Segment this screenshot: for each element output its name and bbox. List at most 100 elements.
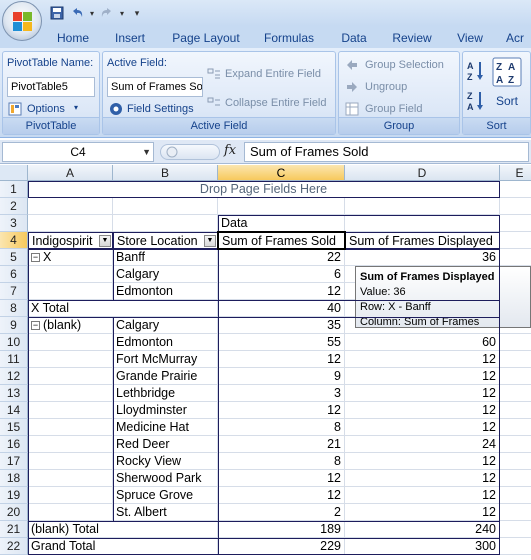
store-location-cell[interactable]: Calgary [113, 266, 218, 283]
tab-data[interactable]: Data [336, 28, 372, 48]
row-header-10[interactable]: 10 [0, 334, 28, 351]
field-header-indigospirit[interactable]: Indigospirit ▼ [28, 232, 113, 249]
row-header-4[interactable]: 4 [0, 232, 28, 249]
undo-dropdown-icon[interactable]: ▾ [88, 4, 96, 22]
frames-sold-value[interactable]: 35 [218, 317, 345, 334]
frames-displayed-value[interactable]: 12 [345, 487, 500, 504]
column-header-d[interactable]: D [345, 165, 500, 181]
pivot-row-label[interactable] [28, 487, 113, 504]
pivot-row-label[interactable] [28, 334, 113, 351]
column-header-c[interactable]: C [218, 165, 345, 181]
store-location-cell[interactable]: Red Deer [113, 436, 218, 453]
pivot-row-label[interactable] [28, 436, 113, 453]
frames-displayed-value[interactable]: 300 [345, 538, 500, 555]
pivot-row-label[interactable] [28, 470, 113, 487]
frames-displayed-value[interactable]: 12 [345, 385, 500, 402]
frames-displayed-value[interactable]: 240 [345, 521, 500, 538]
column-header-a[interactable]: A [28, 165, 113, 181]
customize-icon[interactable]: ▾ [128, 4, 146, 22]
sheet-cell[interactable] [500, 521, 531, 538]
row-header-2[interactable]: 2 [0, 198, 28, 215]
sheet-cell[interactable] [218, 198, 345, 215]
row-header-16[interactable]: 16 [0, 436, 28, 453]
frames-sold-value[interactable]: 9 [218, 368, 345, 385]
frames-displayed-value[interactable]: 12 [345, 402, 500, 419]
options-dropdown-icon[interactable]: ▾ [74, 103, 78, 112]
pivottable-name-field[interactable]: PivotTable5 [7, 77, 95, 97]
pivot-row-label[interactable] [28, 266, 113, 283]
row-header-22[interactable]: 22 [0, 538, 28, 555]
frames-sold-value[interactable]: 8 [218, 453, 345, 470]
row-header-13[interactable]: 13 [0, 385, 28, 402]
pivot-row-label[interactable]: − (blank) [28, 317, 113, 334]
store-location-cell[interactable]: Grande Prairie [113, 368, 218, 385]
store-location-cell[interactable]: Rocky View [113, 453, 218, 470]
frames-sold-value[interactable]: 22 [218, 249, 345, 266]
sheet-cell[interactable] [500, 198, 531, 215]
expand-entire-field-button[interactable]: Expand Entire Field [225, 68, 321, 80]
sheet-cell[interactable] [500, 232, 531, 249]
store-location-cell[interactable]: Edmonton [113, 283, 218, 300]
store-location-cell[interactable]: Fort McMurray [113, 351, 218, 368]
frames-displayed-value[interactable]: 60 [345, 334, 500, 351]
pivot-row-label[interactable] [28, 283, 113, 300]
sheet-cell[interactable] [500, 334, 531, 351]
frames-sold-value[interactable]: 189 [218, 521, 345, 538]
row-header-5[interactable]: 5 [0, 249, 28, 266]
office-button[interactable] [2, 1, 42, 41]
frames-sold-value[interactable]: 12 [218, 487, 345, 504]
row-header-9[interactable]: 9 [0, 317, 28, 334]
sort-z-to-a-icon[interactable]: ZA [467, 90, 485, 112]
sheet-cell[interactable] [500, 402, 531, 419]
frames-sold-value[interactable]: 8 [218, 419, 345, 436]
pivot-row-label[interactable]: − X [28, 249, 113, 266]
store-location-cell[interactable]: Edmonton [113, 334, 218, 351]
pivot-total-label[interactable]: X Total [28, 300, 218, 317]
row-header-1[interactable]: 1 [0, 181, 28, 198]
sheet-cell[interactable] [345, 198, 500, 215]
sheet-cell[interactable] [500, 453, 531, 470]
store-location-cell[interactable]: Spruce Grove [113, 487, 218, 504]
tab-formulas[interactable]: Formulas [260, 28, 318, 48]
sheet-cell[interactable] [345, 215, 500, 232]
row-header-18[interactable]: 18 [0, 470, 28, 487]
redo-icon[interactable] [98, 4, 116, 22]
row-header-19[interactable]: 19 [0, 487, 28, 504]
row-header-6[interactable]: 6 [0, 266, 28, 283]
sheet-cell[interactable] [500, 249, 531, 266]
column-header-e[interactable]: E [500, 165, 531, 181]
sheet-cell[interactable] [500, 538, 531, 555]
store-location-cell[interactable]: Lloydminster [113, 402, 218, 419]
sheet-cell[interactable] [500, 470, 531, 487]
pivot-row-label[interactable] [28, 402, 113, 419]
drop-page-fields-area[interactable]: Drop Page Fields Here [28, 181, 500, 198]
ungroup-button[interactable]: Ungroup [365, 81, 407, 93]
store-location-cell[interactable]: Calgary [113, 317, 218, 334]
row-header-20[interactable]: 20 [0, 504, 28, 521]
field-settings-button[interactable]: Field Settings [127, 103, 194, 115]
sheet-cell[interactable] [500, 436, 531, 453]
frames-displayed-value[interactable]: 12 [345, 368, 500, 385]
formula-bar-splitter[interactable] [160, 144, 220, 160]
group-selection-button[interactable]: Group Selection [365, 59, 444, 71]
select-all-corner[interactable] [0, 165, 28, 181]
pivot-total-label[interactable]: (blank) Total [28, 521, 218, 538]
frames-displayed-value[interactable]: 36 [345, 249, 500, 266]
tab-home[interactable]: Home [53, 28, 93, 48]
frames-displayed-value[interactable]: 12 [345, 504, 500, 521]
frames-displayed-value[interactable]: 12 [345, 419, 500, 436]
sheet-cell[interactable] [113, 198, 218, 215]
sheet-cell[interactable] [500, 181, 531, 198]
store-location-cell[interactable]: Sherwood Park [113, 470, 218, 487]
tab-acrobat[interactable]: Acr [506, 28, 531, 48]
store-location-cell[interactable]: Medicine Hat [113, 419, 218, 436]
save-icon[interactable] [48, 4, 66, 22]
sheet-cell[interactable] [500, 419, 531, 436]
frames-sold-value[interactable]: 40 [218, 300, 345, 317]
store-location-cell[interactable]: Lethbridge [113, 385, 218, 402]
pivot-row-label[interactable] [28, 453, 113, 470]
collapse-entire-field-button[interactable]: Collapse Entire Field [225, 97, 327, 109]
frames-displayed-value[interactable]: 12 [345, 470, 500, 487]
sheet-cell[interactable] [28, 198, 113, 215]
sort-dialog-icon[interactable]: ZAAZ [492, 57, 522, 87]
